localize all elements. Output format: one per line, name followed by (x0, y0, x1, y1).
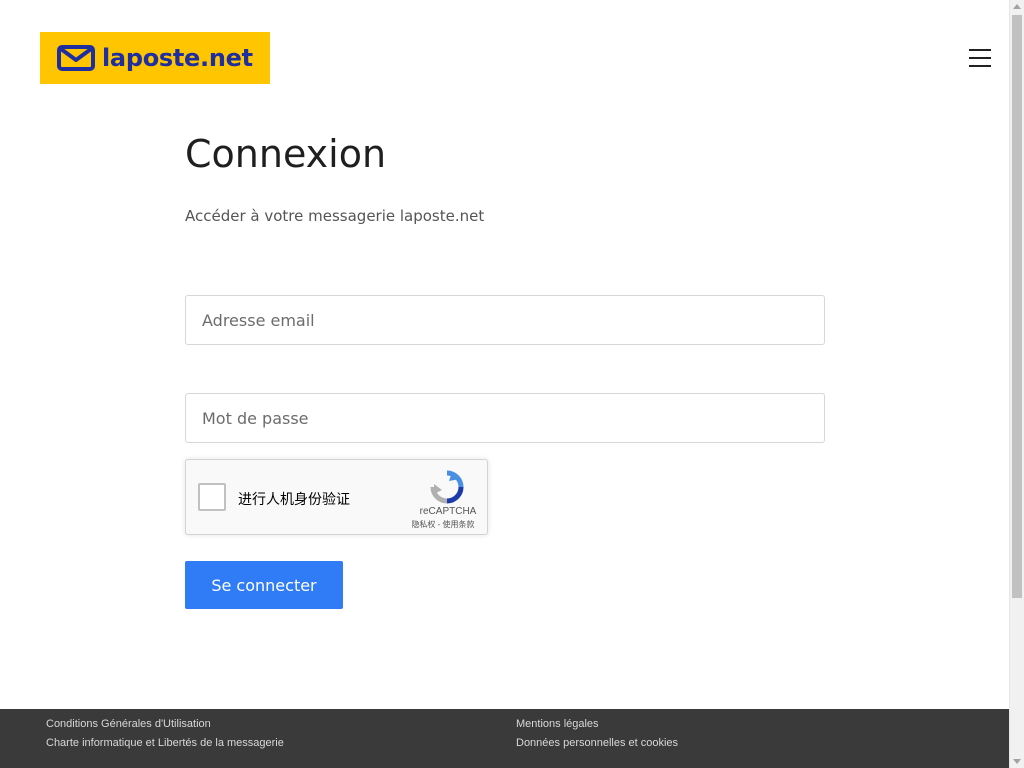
recaptcha-brand: reCAPTCHA (419, 506, 477, 517)
envelope-icon (57, 45, 95, 71)
menu-button[interactable] (967, 48, 993, 68)
scrollbar[interactable] (1009, 0, 1024, 768)
recaptcha-privacy-terms-links[interactable]: 隐私权 - 使用条款 (401, 519, 485, 530)
scroll-thumb[interactable] (1012, 15, 1022, 598)
recaptcha-label: 进行人机身份验证 (238, 492, 350, 508)
footer-link-cgu[interactable]: Conditions Générales d'Utilisation (46, 718, 211, 730)
footer-link-charte[interactable]: Charte informatique et Libertés de la me… (46, 737, 284, 749)
page-subtitle: Accéder à votre messagerie laposte.net (185, 207, 485, 225)
logo-text: laposte.net (102, 44, 253, 72)
page-title: Connexion (185, 132, 387, 176)
scroll-down-icon[interactable] (1013, 759, 1021, 764)
recaptcha-checkbox[interactable] (198, 483, 226, 511)
connect-button[interactable]: Se connecter (185, 561, 343, 609)
footer-link-mentions[interactable]: Mentions légales (516, 718, 599, 730)
recaptcha-logo-icon (430, 470, 464, 504)
laposte-logo[interactable]: laposte.net (40, 32, 270, 84)
email-field[interactable] (185, 295, 825, 345)
footer: Conditions Générales d'Utilisation Chart… (0, 709, 1009, 768)
password-field[interactable] (185, 393, 825, 443)
recaptcha-widget: 进行人机身份验证 reCAPTCHA 隐私权 - 使用条款 (185, 459, 488, 535)
login-page: laposte.net Connexion Accéder à votre me… (0, 0, 1024, 768)
footer-link-donnees[interactable]: Données personnelles et cookies (516, 737, 678, 749)
scroll-up-icon[interactable] (1013, 4, 1021, 9)
